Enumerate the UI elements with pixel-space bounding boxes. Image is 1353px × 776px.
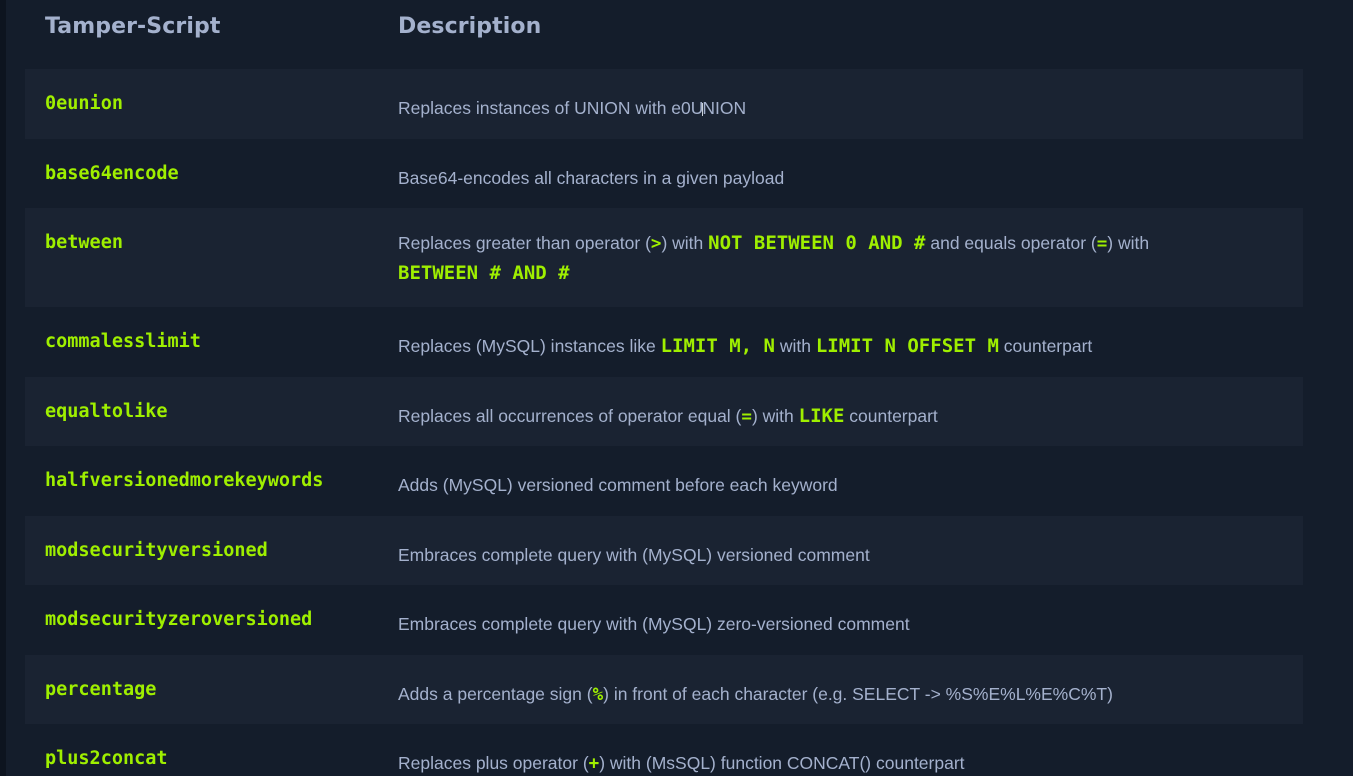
table-row: halfversionedmorekeywords Adds (MySQL) v… bbox=[25, 446, 1303, 516]
inline-code: = bbox=[1096, 234, 1108, 254]
tamper-script-name[interactable]: percentage bbox=[45, 679, 156, 700]
table-row: plus2concat Replaces plus operator (+) w… bbox=[25, 724, 1303, 776]
inline-code: LIMIT M, N bbox=[660, 335, 775, 357]
table-row: 0eunion Replaces instances of UNION with… bbox=[25, 69, 1303, 139]
table-row: percentage Adds a percentage sign (%) in… bbox=[25, 654, 1303, 724]
tamper-script-name[interactable]: plus2concat bbox=[45, 748, 168, 769]
inline-code: + bbox=[588, 754, 600, 774]
column-header-description: Description bbox=[398, 14, 542, 39]
table-row: modsecurityzeroversioned Embraces comple… bbox=[25, 585, 1303, 655]
table-row: equaltolike Replaces all occurrences of … bbox=[25, 376, 1303, 446]
tamper-script-name[interactable]: 0eunion bbox=[45, 93, 123, 114]
tamper-script-description: Replaces greater than operator (>) with … bbox=[398, 232, 1150, 284]
tamper-script-description: Embraces complete query with (MySQL) zer… bbox=[398, 614, 910, 634]
tamper-script-name[interactable]: modsecurityversioned bbox=[45, 540, 268, 561]
tamper-script-name[interactable]: between bbox=[45, 232, 123, 253]
tamper-script-name[interactable]: base64encode bbox=[45, 163, 179, 184]
tamper-script-description: Replaces all occurrences of operator equ… bbox=[398, 404, 938, 427]
inline-code: > bbox=[650, 234, 662, 254]
tamper-script-name[interactable]: equaltolike bbox=[45, 401, 168, 422]
tamper-script-description: Replaces plus operator (+) with (MsSQL) … bbox=[398, 753, 965, 774]
tamper-script-description: Replaces instances of UNION with e0UNION bbox=[398, 98, 747, 118]
table-row: between Replaces greater than operator (… bbox=[25, 208, 1303, 307]
inline-code: % bbox=[592, 684, 604, 705]
table-row: modsecurityversioned Embraces complete q… bbox=[25, 515, 1303, 585]
inline-code: LIMIT N OFFSET M bbox=[815, 335, 999, 357]
table-row: commalesslimit Replaces (MySQL) instance… bbox=[25, 307, 1303, 377]
inline-code: BETWEEN # AND # bbox=[398, 262, 570, 284]
tamper-script-description: Adds a percentage sign (%) in front of e… bbox=[398, 683, 1113, 705]
tamper-script-name[interactable]: halfversionedmorekeywords bbox=[45, 470, 323, 491]
inline-code: NOT BETWEEN 0 AND # bbox=[708, 232, 926, 254]
table-row: base64encode Base64-encodes all characte… bbox=[25, 139, 1303, 209]
inline-code: LIKE bbox=[798, 404, 845, 427]
tamper-scripts-page: Tamper-Script Description 0eunion Replac… bbox=[0, 0, 1353, 776]
inline-code: = bbox=[741, 406, 752, 427]
tamper-script-description: Adds (MySQL) versioned comment before ea… bbox=[398, 475, 838, 495]
tamper-script-name[interactable]: modsecurityzeroversioned bbox=[45, 609, 312, 630]
tamper-scripts-table: 0eunion Replaces instances of UNION with… bbox=[25, 69, 1303, 776]
tamper-script-description: Embraces complete query with (MySQL) ver… bbox=[398, 544, 870, 565]
tamper-script-description: Base64-encodes all characters in a given… bbox=[398, 167, 785, 188]
tamper-script-name[interactable]: commalesslimit bbox=[45, 331, 201, 352]
column-header-tamper-script: Tamper-Script bbox=[45, 14, 221, 39]
tamper-script-description: Replaces (MySQL) instances like LIMIT M,… bbox=[398, 335, 1093, 357]
